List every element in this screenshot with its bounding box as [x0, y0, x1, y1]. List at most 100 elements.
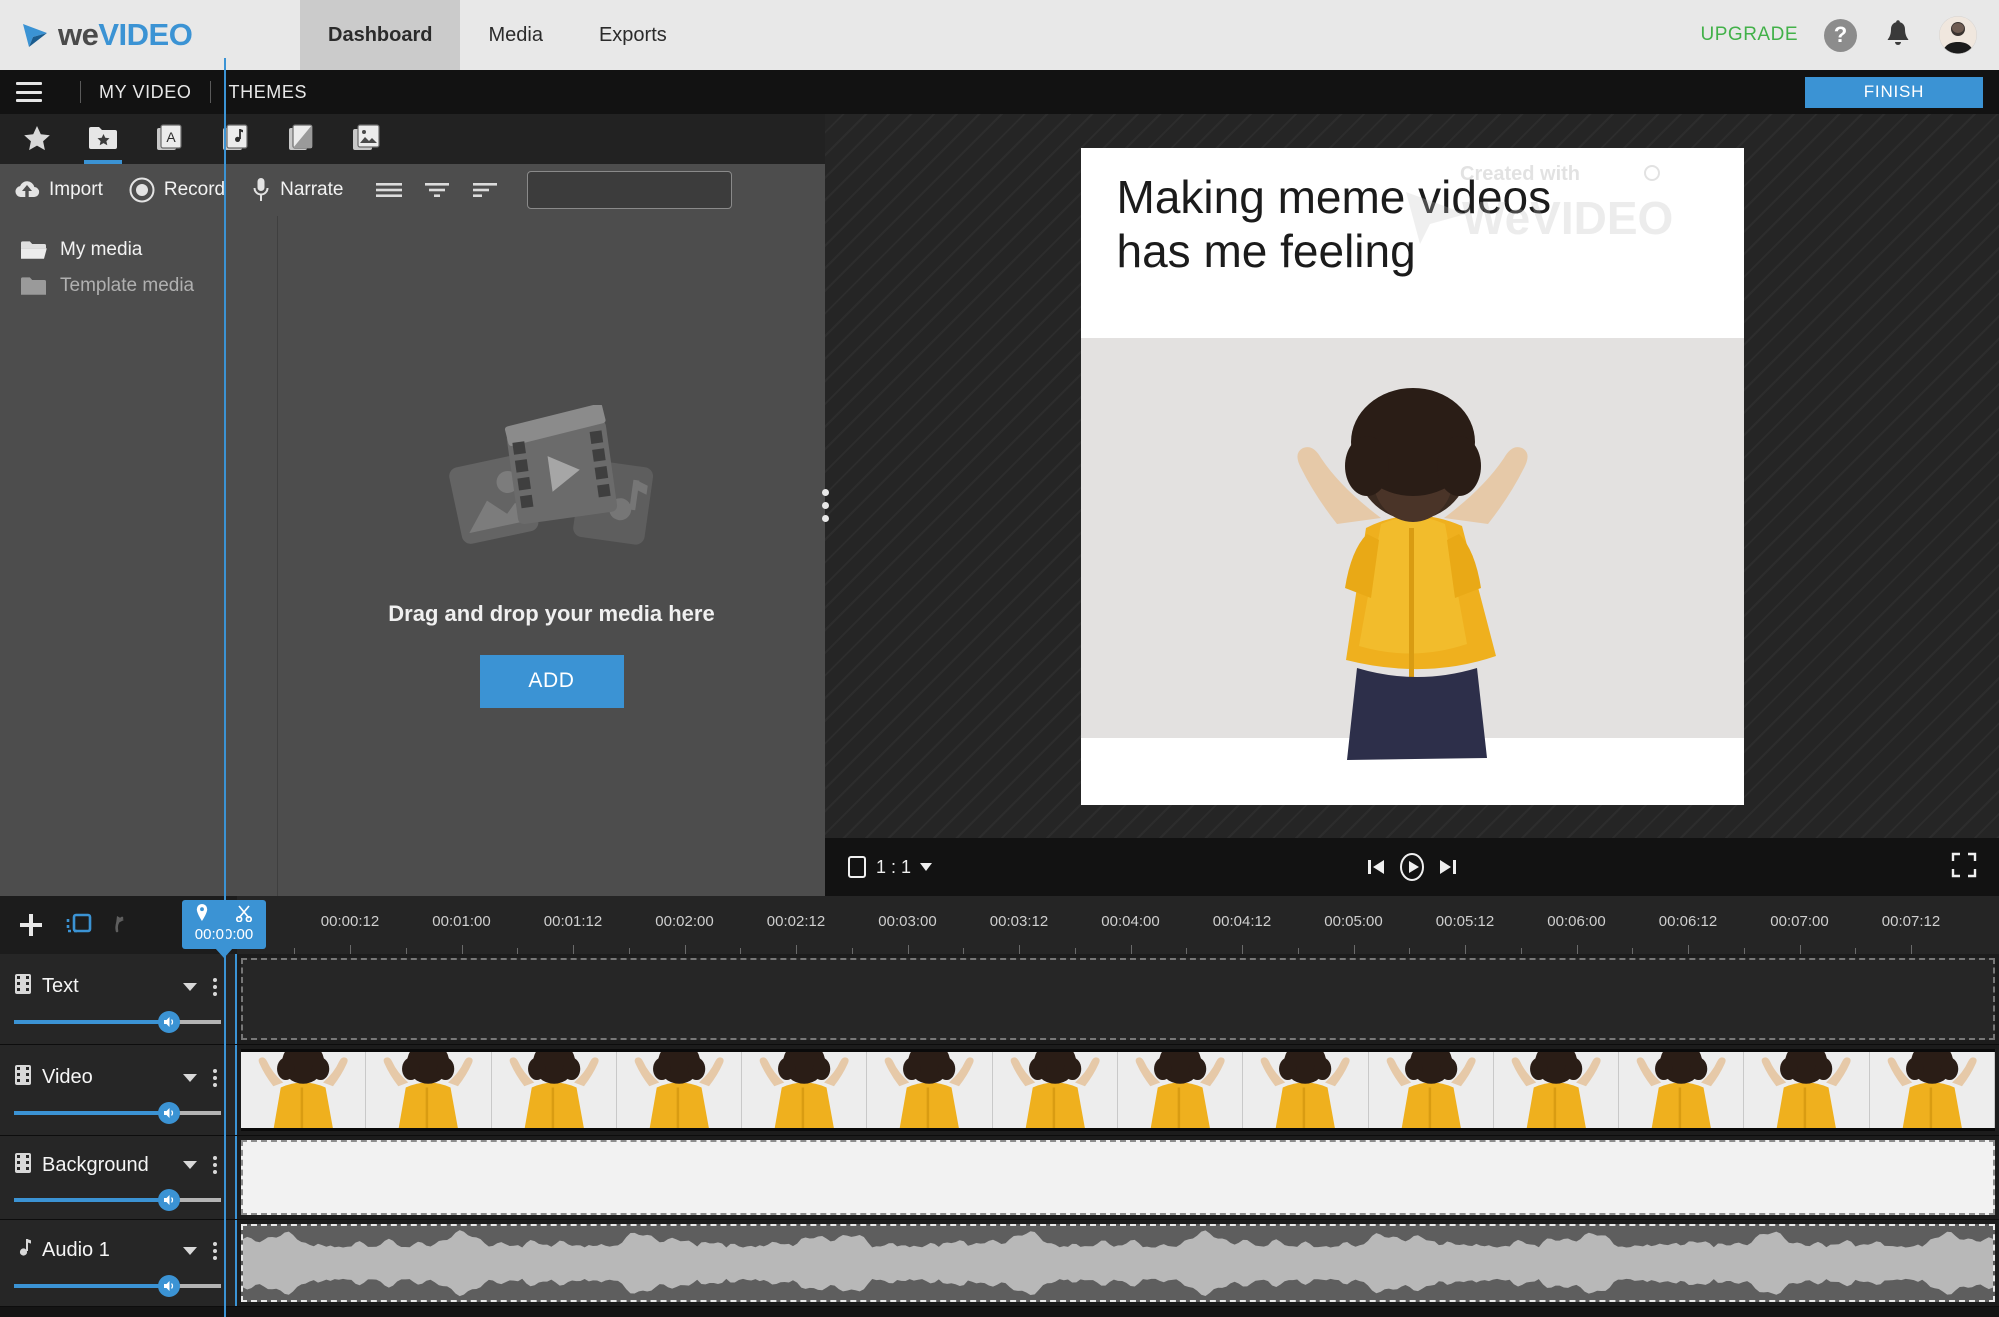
undo-button[interactable]	[114, 914, 140, 936]
track-header[interactable]: Background	[0, 1135, 237, 1219]
chevron-down-icon[interactable]	[183, 1161, 197, 1170]
timeline-scrollbar[interactable]	[0, 1307, 1999, 1317]
svg-text:A: A	[166, 129, 176, 145]
chevron-down-icon[interactable]	[183, 982, 197, 991]
undo-arrow-icon	[115, 916, 124, 933]
canvas-text-line2: has me feeling	[1116, 224, 1416, 277]
audio-clip[interactable]	[241, 1223, 1995, 1302]
track-volume-slider[interactable]	[14, 1010, 221, 1033]
ruler-label: 00:06:00	[1547, 913, 1606, 930]
player-control-bar: 1 : 1	[825, 838, 1999, 896]
folder-template-media-label: Template media	[60, 275, 195, 296]
video-canvas[interactable]: Making meme videos has me feeling Create…	[1080, 147, 1744, 805]
video-thumbnail-frame	[1744, 1051, 1870, 1128]
track-name: Video	[42, 1066, 93, 1089]
ruler-tick	[907, 945, 909, 954]
location-pin-icon[interactable]	[195, 903, 209, 927]
narrate-button[interactable]: Narrate	[251, 177, 343, 203]
wevideo-logo[interactable]: weVIDEO	[0, 0, 300, 70]
plus-icon	[20, 914, 42, 936]
duplicate-selection-button[interactable]	[66, 912, 92, 938]
chevron-down-icon[interactable]	[183, 1073, 197, 1082]
finish-button[interactable]: FINISH	[1805, 76, 1983, 108]
ruler-label: 00:05:12	[1435, 913, 1495, 930]
text-tab[interactable]: A	[146, 118, 192, 164]
track-menu-icon[interactable]	[207, 1152, 223, 1178]
logo-text: weVIDEO	[58, 17, 193, 53]
nav-media[interactable]: Media	[460, 0, 570, 70]
hamburger-menu-icon[interactable]	[16, 82, 42, 102]
nav-exports[interactable]: Exports	[571, 0, 695, 70]
ruler-label: 00:00:12	[320, 913, 380, 930]
search-box[interactable]	[527, 171, 746, 209]
track-header[interactable]: Audio 1	[0, 1219, 237, 1306]
ruler-tick	[573, 945, 574, 954]
user-avatar[interactable]	[1939, 16, 1977, 54]
background-clip[interactable]	[241, 1139, 1995, 1215]
track-menu-icon[interactable]	[207, 1238, 223, 1264]
project-name[interactable]: MY VIDEO	[99, 82, 192, 103]
chevron-down-icon	[920, 858, 933, 876]
track-header[interactable]: Text	[0, 954, 237, 1044]
folder-template-media[interactable]: Template media	[0, 268, 277, 304]
track-volume-slider[interactable]	[14, 1101, 221, 1124]
ruler-label: 00:01:12	[543, 913, 603, 930]
media-action-bar: Import Record Narrate	[0, 164, 825, 216]
track-header[interactable]: Video	[0, 1044, 237, 1135]
list-view-icon[interactable]	[369, 173, 409, 207]
timeline-ruler[interactable]: 00:00:12 00:01:00 00:01:12 00:02:00 00:02:12…	[237, 896, 1999, 954]
track-lane[interactable]	[237, 1220, 1999, 1306]
themes-button[interactable]: THEMES	[229, 82, 308, 103]
record-button[interactable]: Record	[129, 177, 225, 203]
track-video: Video	[0, 1044, 1999, 1136]
track-volume-slider[interactable]	[14, 1274, 221, 1297]
my-media-tab[interactable]	[80, 118, 126, 164]
video-clip[interactable]	[241, 1048, 1995, 1131]
add-media-button[interactable]: ADD	[479, 654, 624, 708]
timeline: 00:00:12 00:01:00 00:01:12 00:02:00 00:02:12…	[0, 58, 1999, 1317]
video-thumbnail-frame	[1869, 1051, 1995, 1128]
text-clip[interactable]	[241, 958, 1995, 1040]
play-button[interactable]	[1395, 850, 1429, 884]
help-icon[interactable]: ?	[1824, 18, 1857, 52]
panel-splitter-handle[interactable]	[814, 114, 836, 896]
track-lane[interactable]	[237, 954, 1999, 1044]
track-lane[interactable]	[237, 1045, 1999, 1135]
filter-icon[interactable]	[417, 173, 457, 207]
import-label: Import	[49, 179, 103, 200]
ruler-label: 00:04:00	[1101, 913, 1160, 930]
chevron-down-icon[interactable]	[183, 1246, 197, 1255]
notifications-bell-icon[interactable]	[1883, 19, 1913, 51]
ruler-tick	[684, 945, 686, 954]
track-volume-slider[interactable]	[14, 1189, 221, 1212]
track-lane[interactable]	[237, 1136, 1999, 1219]
folder-open-icon	[21, 241, 47, 259]
skip-next-icon[interactable]	[1435, 854, 1461, 880]
transitions-tab[interactable]	[278, 118, 324, 164]
import-button[interactable]: Import	[14, 179, 103, 201]
skip-previous-icon[interactable]	[1363, 854, 1389, 880]
video-thumbnail-frame	[992, 1051, 1118, 1128]
aspect-ratio-selector[interactable]: 1 : 1	[847, 855, 933, 879]
wevideo-play-mark-icon	[20, 20, 50, 50]
graphics-tab[interactable]	[344, 118, 390, 164]
media-dropzone[interactable]: Drag and drop your media here ADD	[278, 216, 825, 896]
music-note-icon	[14, 1237, 32, 1264]
sort-icon[interactable]	[465, 173, 505, 207]
top-bar-right: UPGRADE ?	[1701, 0, 1999, 70]
nav-dashboard[interactable]: Dashboard	[300, 0, 461, 70]
media-body: My media Template media Drag and drop yo…	[0, 216, 825, 896]
logo-video: VIDEO	[98, 17, 193, 52]
track-menu-icon[interactable]	[207, 974, 223, 1000]
fullscreen-icon[interactable]	[1951, 852, 1977, 883]
folder-my-media[interactable]: My media	[0, 232, 277, 268]
add-track-button[interactable]	[18, 912, 44, 938]
ruler-label: 00:03:12	[989, 913, 1049, 930]
search-input[interactable]	[538, 181, 746, 199]
favorites-tab[interactable]	[14, 118, 60, 164]
audio-tab[interactable]	[212, 118, 258, 164]
scissors-icon[interactable]	[235, 904, 253, 927]
film-strip-icon	[14, 1152, 32, 1179]
track-menu-icon[interactable]	[207, 1065, 223, 1091]
upgrade-link[interactable]: UPGRADE	[1701, 24, 1798, 46]
